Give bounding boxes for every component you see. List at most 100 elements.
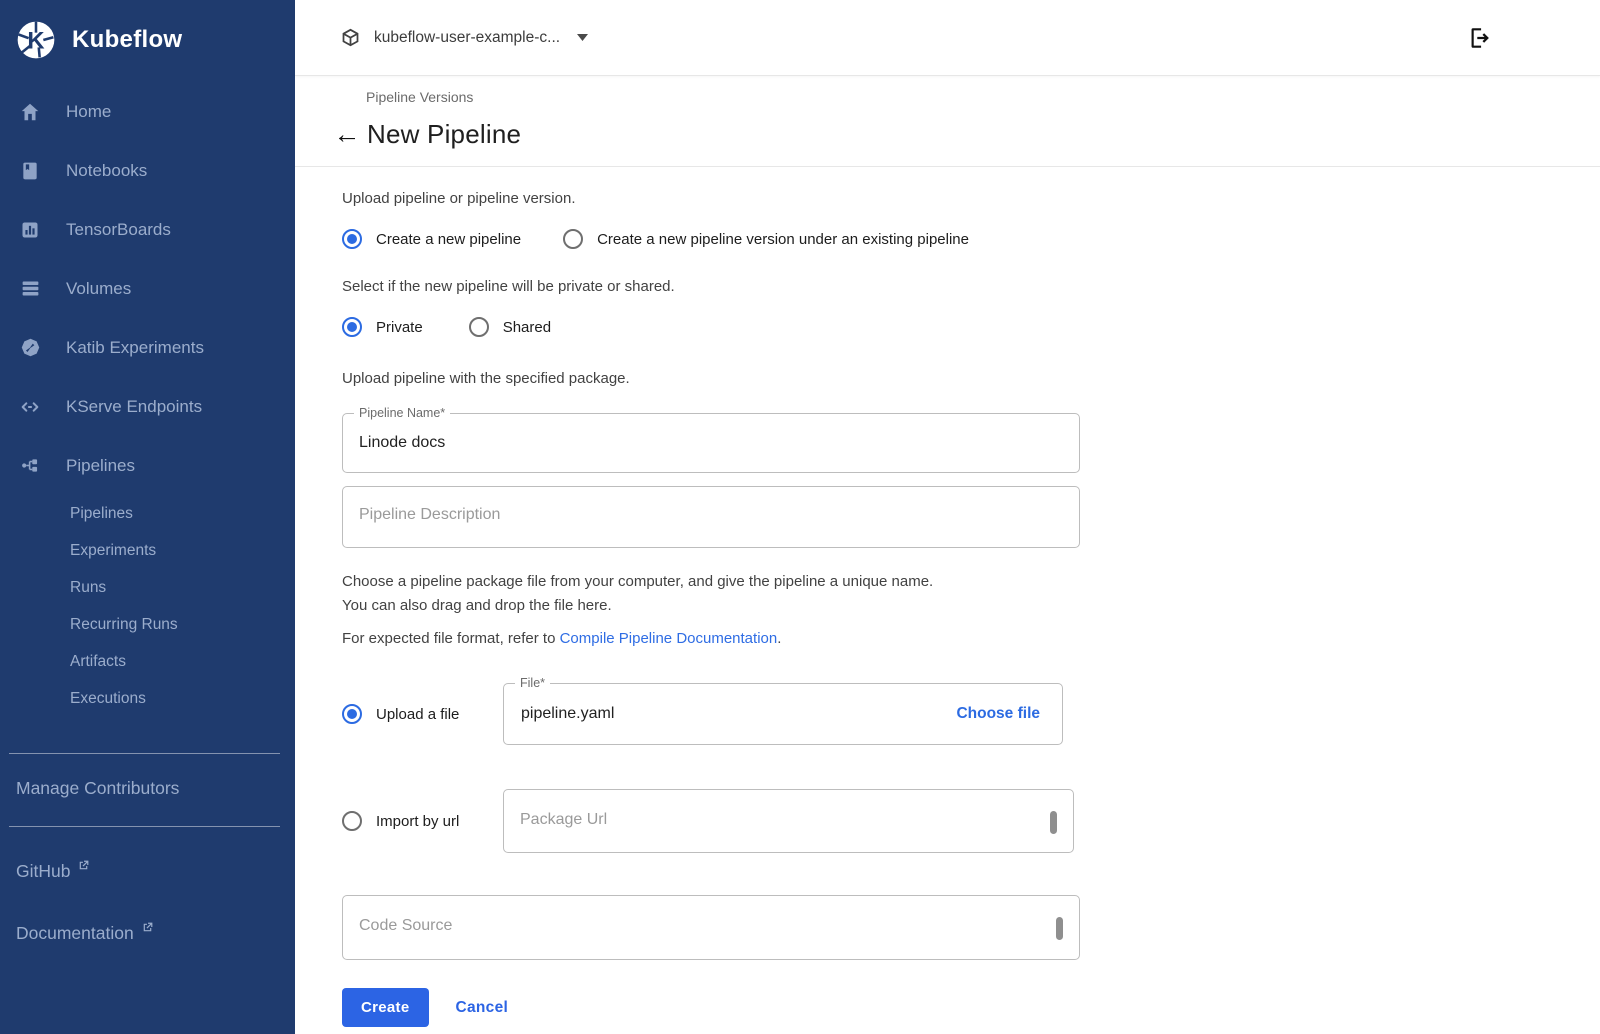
create-button[interactable]: Create	[342, 988, 429, 1027]
sidebar-item-label: KServe Endpoints	[66, 397, 202, 417]
form-actions: Create Cancel	[342, 988, 1395, 1027]
sidebar-subitem-pipelines[interactable]: Pipelines	[0, 495, 295, 532]
svg-text:K: K	[27, 27, 44, 54]
choose-file-help-2: You can also drag and drop the file here…	[342, 594, 1395, 618]
sub-item-label: Runs	[70, 579, 106, 597]
radio-label[interactable]: Upload a file	[376, 706, 459, 723]
pipeline-name-input[interactable]	[343, 414, 1079, 472]
file-field: File* pipeline.yaml Choose file	[503, 683, 1063, 745]
kubeflow-logo[interactable]: K Kubeflow	[0, 0, 295, 64]
external-link-icon	[77, 859, 90, 872]
compile-docs-link[interactable]: Compile Pipeline Documentation	[560, 630, 778, 647]
radio-private[interactable]	[342, 317, 362, 337]
code-source-input[interactable]	[343, 906, 1079, 946]
kubeflow-logo-text: Kubeflow	[72, 26, 182, 54]
title-row: ← New Pipeline	[295, 107, 1600, 167]
pipeline-description-input[interactable]	[343, 495, 1079, 535]
documentation-link[interactable]: Documentation	[0, 905, 295, 961]
sidebar-item-tensorboards[interactable]: TensorBoards	[0, 200, 295, 259]
sidebar-subitem-experiments[interactable]: Experiments	[0, 532, 295, 569]
chevron-down-icon	[577, 34, 588, 41]
radio-label[interactable]: Import by url	[376, 813, 459, 830]
page-title: New Pipeline	[367, 119, 521, 150]
upload-file-option: Upload a file	[342, 704, 503, 724]
sub-item-label: Artifacts	[70, 653, 126, 671]
radio-create-pipeline-version[interactable]	[563, 229, 583, 249]
scrollbar-thumb[interactable]	[1050, 811, 1057, 834]
scrollbar-thumb[interactable]	[1056, 917, 1063, 940]
radio-label[interactable]: Create a new pipeline	[376, 231, 521, 248]
package-prompt: Upload pipeline with the specified packa…	[342, 367, 1395, 391]
sidebar-item-label: Notebooks	[66, 161, 147, 181]
documentation-label: Documentation	[16, 923, 134, 944]
share-prompt: Select if the new pipeline will be priva…	[342, 275, 1395, 299]
radio-label[interactable]: Private	[376, 319, 423, 336]
cancel-button[interactable]: Cancel	[456, 999, 509, 1017]
choose-file-button[interactable]: Choose file	[956, 705, 1062, 723]
file-name-value: pipeline.yaml	[504, 705, 956, 723]
pipelines-icon	[18, 454, 42, 478]
namespace-value: kubeflow-user-example-c...	[374, 29, 560, 47]
namespace-box-icon	[340, 27, 361, 48]
new-pipeline-form: Upload pipeline or pipeline version. Cre…	[295, 167, 1395, 1027]
sidebar-item-label: Home	[66, 102, 111, 122]
breadcrumb[interactable]: Pipeline Versions	[366, 89, 473, 105]
import-url-option: Import by url	[342, 811, 503, 831]
sub-item-label: Experiments	[70, 542, 156, 560]
sidebar-item-kserve[interactable]: KServe Endpoints	[0, 377, 295, 436]
sidebar-item-home[interactable]: Home	[0, 82, 295, 141]
volumes-icon	[18, 277, 42, 301]
radio-create-new-pipeline[interactable]	[342, 229, 362, 249]
sidebar-item-notebooks[interactable]: Notebooks	[0, 141, 295, 200]
sidebar: K Kubeflow Home Notebooks	[0, 0, 295, 1034]
sidebar-item-katib[interactable]: Katib Experiments	[0, 318, 295, 377]
package-url-input[interactable]	[504, 800, 1073, 840]
namespace-selector[interactable]: kubeflow-user-example-c...	[340, 27, 588, 48]
sub-item-label: Executions	[70, 690, 146, 708]
radio-shared[interactable]	[469, 317, 489, 337]
home-icon	[18, 100, 42, 124]
sidebar-item-label: TensorBoards	[66, 220, 171, 240]
logout-button[interactable]	[1463, 21, 1497, 55]
sidebar-subitem-artifacts[interactable]: Artifacts	[0, 643, 295, 680]
main-area: kubeflow-user-example-c... Pipeline Vers…	[295, 0, 1600, 1034]
package-url-field	[503, 789, 1074, 853]
kubeflow-logo-icon: K	[14, 18, 58, 62]
sidebar-divider	[9, 753, 280, 754]
app-window: K Kubeflow Home Notebooks	[0, 0, 1600, 1034]
notebook-icon	[18, 159, 42, 183]
pipeline-name-label: Pipeline Name*	[354, 406, 450, 420]
sidebar-nav: Home Notebooks TensorBoards Volumes	[0, 82, 295, 495]
breadcrumb-row: Pipeline Versions	[295, 76, 1600, 107]
chart-icon	[18, 218, 42, 242]
file-field-label: File*	[515, 676, 550, 690]
radio-label[interactable]: Shared	[503, 319, 551, 336]
share-radio-group: Private Shared	[342, 317, 1395, 337]
topbar: kubeflow-user-example-c...	[295, 0, 1600, 76]
sidebar-subitem-recurring-runs[interactable]: Recurring Runs	[0, 606, 295, 643]
sidebar-item-label: Pipelines	[66, 456, 135, 476]
sidebar-subitem-runs[interactable]: Runs	[0, 569, 295, 606]
manage-contributors-link[interactable]: Manage Contributors	[0, 760, 295, 816]
code-source-field	[342, 895, 1080, 960]
sidebar-item-pipelines[interactable]: Pipelines	[0, 436, 295, 495]
endpoints-icon	[18, 395, 42, 419]
sidebar-subitem-executions[interactable]: Executions	[0, 680, 295, 717]
sub-item-label: Recurring Runs	[70, 616, 178, 634]
sidebar-item-label: Katib Experiments	[66, 338, 204, 358]
katib-icon	[18, 336, 42, 360]
sidebar-item-volumes[interactable]: Volumes	[0, 259, 295, 318]
pipeline-description-field	[342, 486, 1080, 548]
back-button[interactable]: ←	[333, 121, 361, 148]
radio-label[interactable]: Create a new pipeline version under an e…	[597, 231, 969, 248]
github-link[interactable]: GitHub	[0, 843, 295, 899]
external-link-icon	[141, 921, 154, 934]
radio-import-by-url[interactable]	[342, 811, 362, 831]
import-url-row: Import by url	[342, 789, 1395, 853]
upload-file-row: Upload a file File* pipeline.yaml Choose…	[342, 683, 1395, 745]
radio-upload-file[interactable]	[342, 704, 362, 724]
pipelines-sub-nav: Pipelines Experiments Runs Recurring Run…	[0, 495, 295, 717]
sidebar-divider	[9, 826, 280, 827]
upload-type-prompt: Upload pipeline or pipeline version.	[342, 187, 1395, 211]
pipeline-name-field: Pipeline Name*	[342, 413, 1080, 473]
